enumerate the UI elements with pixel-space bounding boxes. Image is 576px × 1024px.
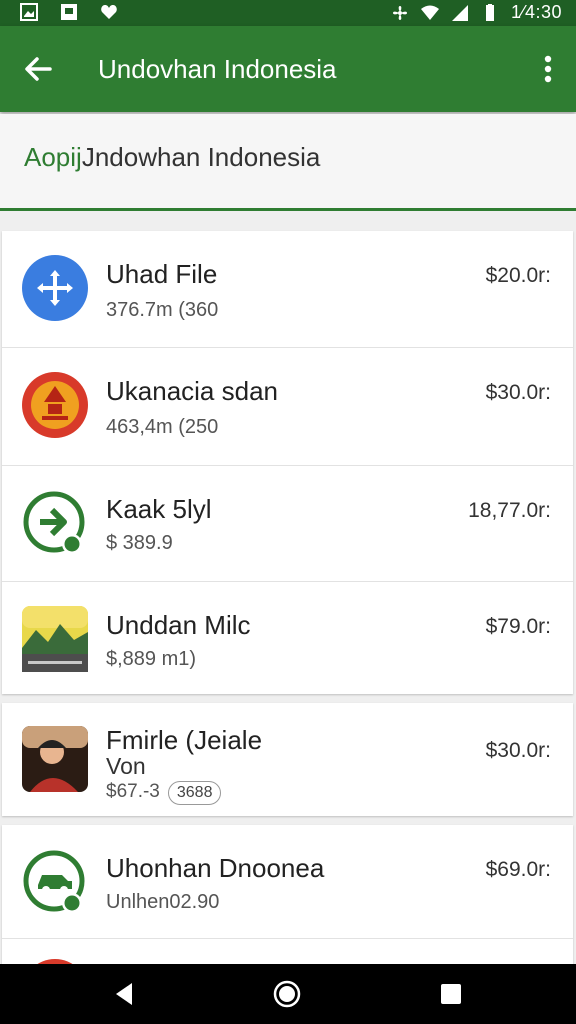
item-subtitle: 376.7m (360 (106, 299, 219, 321)
image-icon (20, 3, 38, 21)
item-card: Uhad File 376.7m (360 $20.0r: Ukanacia s… (2, 231, 573, 694)
list-item[interactable]: Fmirle (Jeiale Von $67.-3 3688 $30.0r: (2, 703, 573, 816)
item-title: Uhonhan Dnoonea (106, 853, 325, 883)
battery-icon (485, 3, 494, 21)
item-card: Uhonhan Dnoonea Unlhen02.90 $69.0r: (2, 825, 573, 975)
item-title: Uhad File (106, 259, 218, 289)
signal-icon (451, 4, 468, 21)
landscape-icon (22, 606, 88, 672)
heading-accent: Aopij (24, 142, 82, 172)
status-bar: 1⁄4:30 (0, 0, 576, 26)
item-title: Kaak 5lyl (106, 494, 212, 524)
item-price: $69.0r: (485, 858, 551, 881)
home-icon[interactable] (272, 979, 302, 1009)
item-subtitle: $,889 m1) (106, 648, 197, 670)
pagoda-icon (22, 372, 88, 438)
item-price: 18,77.0r: (468, 499, 551, 522)
back-arrow-icon[interactable] (20, 53, 56, 85)
item-card: Fmirle (Jeiale Von $67.-3 3688 $30.0r: (2, 703, 573, 816)
item-title: Ukanacia sdan (106, 376, 278, 406)
more-options-icon[interactable] (536, 53, 560, 85)
list-item[interactable]: Uhonhan Dnoonea Unlhen02.90 $69.0r: (2, 825, 573, 939)
header-card: AopijJndowhan Indonesia (0, 114, 576, 211)
item-price: $30.0r: (485, 381, 551, 404)
navigation-bar (0, 964, 576, 1024)
list-item[interactable]: Unddan Milc $,889 m1) $79.0r: (2, 582, 573, 694)
item-price: $30.0r: (485, 739, 551, 762)
item-subtitle: $ 389.9 (106, 532, 173, 554)
list-item[interactable]: Ukanacia sdan 463,4m (250 $30.0r: (2, 348, 573, 466)
item-title: Unddan Milc (106, 610, 251, 640)
item-title: Fmirle (Jeiale (106, 725, 263, 755)
item-price: $20.0r: (485, 264, 551, 287)
person-photo-icon (22, 726, 88, 792)
wifi-icon (420, 5, 439, 20)
list-item[interactable]: Uhad File 376.7m (360 $20.0r: (2, 231, 573, 348)
item-subtitle: Unlhen02.90 (106, 891, 220, 913)
list-item[interactable]: Kaak 5lyl $ 389.9 18,77.0r: (2, 466, 573, 582)
back-icon[interactable] (110, 979, 140, 1009)
app-bar: Undovhan Indonesia (0, 26, 576, 112)
app-title: Undovhan Indonesia (98, 54, 337, 84)
heading-text: Jndowhan Indonesia (81, 142, 321, 172)
car-circle-icon (23, 850, 85, 913)
item-subtitle: $67.-3 3688 (106, 781, 222, 805)
recents-icon[interactable] (436, 979, 466, 1009)
heart-icon (101, 5, 117, 19)
item-subtitle-secondary: Von (106, 753, 146, 779)
item-subtitle: 463,4m (250 (106, 416, 219, 438)
fan-icon (392, 5, 407, 20)
item-price: $79.0r: (485, 615, 551, 638)
crosshair-icon (22, 255, 88, 321)
notification-icon (61, 4, 77, 20)
item-price-small: $67.-3 (106, 781, 160, 802)
clock: 1⁄4:30 (510, 2, 562, 22)
status-badge: 3688 (167, 781, 222, 805)
arrow-circle-icon (23, 491, 85, 554)
page-heading: AopijJndowhan Indonesia (24, 142, 320, 173)
